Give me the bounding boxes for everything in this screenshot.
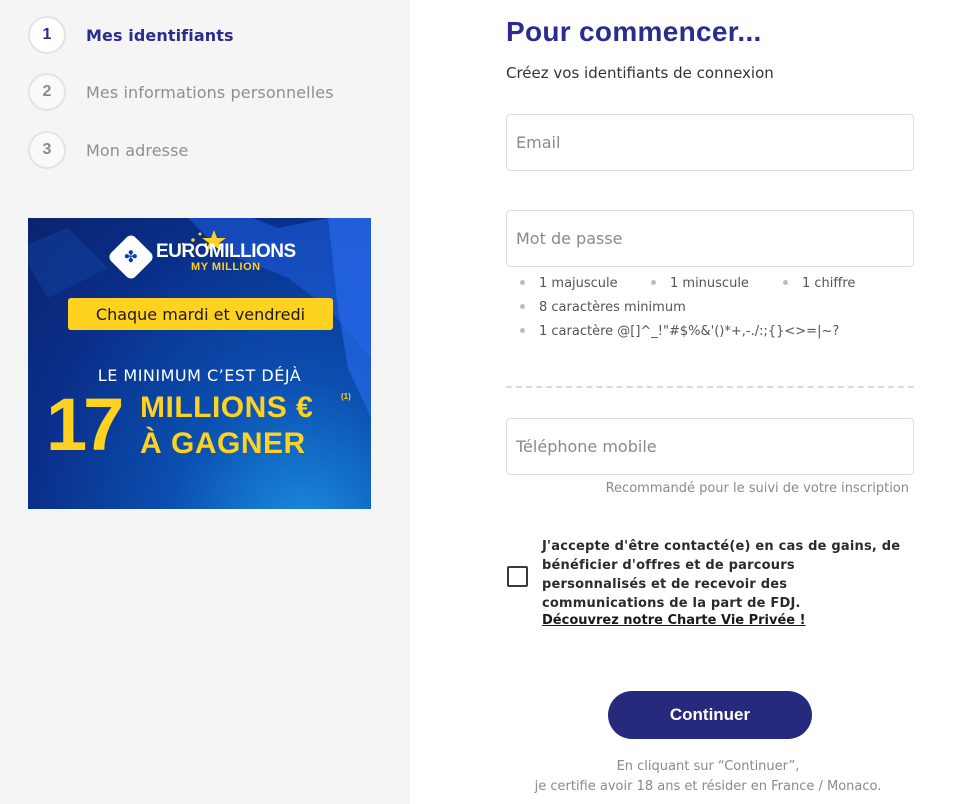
page-subtitle: Créez vos identifiants de connexion [506,64,774,82]
step-number: 2 [28,73,66,111]
ad-footnote: (1) [341,392,351,401]
step-number: 1 [28,16,66,54]
step-informations: 2 Mes informations personnelles [28,73,334,111]
ad-brand-sub: MY MILLION [191,260,261,273]
step-label: Mes identifiants [86,25,234,45]
phone-hint: Recommandé pour le suivi de votre inscri… [605,481,909,496]
step-label: Mon adresse [86,140,189,160]
ad-amount: 17 [46,383,124,466]
password-rule: 1 minuscule [651,276,749,291]
legal-notice: En cliquant sur “Continuer”, je certifie… [506,757,910,797]
euromillions-ad-banner[interactable]: ✤ EUROMILLIONS MY MILLION Chaque mardi e… [28,218,371,509]
clover-icon: ✤ [106,232,156,282]
step-label: Mes informations personnelles [86,82,334,102]
legal-line: En cliquant sur “Continuer”, [616,759,800,774]
ad-schedule: Chaque mardi et vendredi [68,298,333,330]
password-rule: 1 majuscule [520,276,618,291]
ad-brand: EUROMILLIONS [156,240,296,262]
step-identifiants: 1 Mes identifiants [28,16,234,54]
email-field[interactable] [506,114,914,171]
ad-prize-line1: MILLIONS € [140,391,314,424]
steps-sidebar: 1 Mes identifiants 2 Mes informations pe… [0,0,410,804]
section-divider [506,386,914,388]
privacy-policy-link[interactable]: Découvrez notre Charte Vie Privée ! [542,613,806,628]
step-adresse: 3 Mon adresse [28,131,188,169]
page-title: Pour commencer... [506,16,762,47]
step-number: 3 [28,131,66,169]
ad-prize-line2: À GAGNER [140,427,306,460]
legal-line: je certifie avoir 18 ans et résider en F… [534,779,882,794]
password-rule: 1 chiffre [783,276,855,291]
password-field[interactable] [506,210,914,267]
password-rule: 8 caractères minimum [520,300,686,315]
consent-text: J'accepte d'être contacté(e) en cas de g… [542,539,901,611]
consent-checkbox[interactable] [507,566,528,587]
continue-button[interactable]: Continuer [608,691,812,739]
ad-prize: MILLIONS € À GAGNER [140,390,313,462]
password-rule: 1 caractère @[]^_!"#$%&'()*+,-./:;{}<>=|… [520,324,839,339]
phone-field[interactable] [506,418,914,475]
euromillions-logo: ✤ EUROMILLIONS MY MILLION [106,232,296,282]
